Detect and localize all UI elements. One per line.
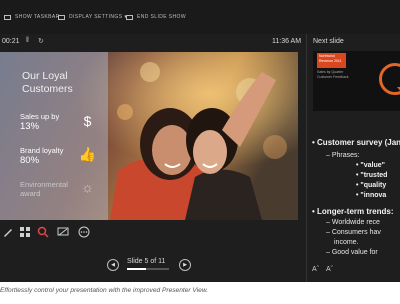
thumbs-up-icon: 👍 <box>78 146 97 162</box>
slide-text-panel: Our Loyal Customers Sales up by 13% $ Br… <box>0 52 108 220</box>
stat-award-label: Environmental award <box>20 180 68 198</box>
pane-divider[interactable] <box>306 34 307 282</box>
end-slide-show-button[interactable]: END SLIDE SHOW <box>126 11 186 23</box>
next-slide-thumb-line: Customer Feedback <box>317 74 349 79</box>
previous-slide-button[interactable]: ◀ <box>107 259 119 271</box>
award-icon: ☼ <box>81 179 94 195</box>
next-slide-thumbnail[interactable]: Northwind Revenue 2011 Sales by Quarter … <box>313 51 400 111</box>
slide-title: Our Loyal Customers <box>22 70 73 95</box>
monitor-icon <box>58 14 65 20</box>
decrease-font-button[interactable]: Aˇ <box>326 266 333 273</box>
notes-phrase: • "quality <box>356 182 387 189</box>
next-slide-label: Next slide <box>313 38 344 45</box>
pen-icon[interactable] <box>2 226 14 238</box>
pause-timer-button[interactable]: ‖ <box>26 37 29 44</box>
next-slide-thumb-lines: Sales by Quarter Customer Feedback <box>317 70 349 79</box>
grid-icon[interactable] <box>19 226 31 238</box>
next-slide-thumb-title: Northwind Revenue 2011 <box>317 53 346 68</box>
reset-timer-button[interactable]: ↻ <box>38 37 44 45</box>
clock: 11:36 AM <box>272 38 302 45</box>
stat-sales-value: 13% <box>20 121 40 132</box>
taskbar-icon <box>4 14 11 20</box>
display-settings-button[interactable]: DISPLAY SETTINGS ▾ <box>58 11 127 23</box>
more-icon[interactable] <box>78 226 90 238</box>
notes-phrases-label: – Phrases: <box>326 152 360 159</box>
notes-trend: – Good value for <box>326 249 378 256</box>
notes-phrase: • "innova <box>356 192 387 199</box>
display-settings-label: DISPLAY SETTINGS ▾ <box>69 14 128 20</box>
notes-trend: income. <box>334 239 359 246</box>
screen-icon[interactable] <box>57 226 69 238</box>
notes-heading-survey: • Customer survey (Jan <box>312 138 400 147</box>
notes-phrase: • "value" <box>356 162 385 169</box>
slide-progress <box>127 268 169 270</box>
stat-loyalty: Brand loyalty 80% <box>20 146 63 166</box>
dollar-icon: $ <box>83 113 92 129</box>
slide-counter: Slide 5 of 11 <box>127 258 166 265</box>
presenter-view: SHOW TASKBAR DISPLAY SETTINGS ▾ END SLID… <box>0 0 400 282</box>
end-show-icon <box>126 14 133 20</box>
show-taskbar-button[interactable]: SHOW TASKBAR <box>4 11 60 23</box>
end-slide-show-label: END SLIDE SHOW <box>137 14 186 20</box>
zoom-icon[interactable] <box>37 226 49 238</box>
top-toolbar: SHOW TASKBAR DISPLAY SETTINGS ▾ END SLID… <box>0 0 400 34</box>
notes-heading-trends: • Longer-term trends: <box>312 207 394 216</box>
image-caption: Effortlessly control your presentation w… <box>0 287 209 294</box>
notes-trend: – Consumers hav <box>326 229 381 236</box>
slide-progress-fill <box>127 268 147 270</box>
stat-sales-label: Sales up by <box>20 112 60 121</box>
stat-loyalty-value: 80% <box>20 155 40 166</box>
notes-phrase: • "trusted <box>356 172 388 179</box>
stat-award: Environmental award <box>20 180 76 198</box>
notes-trend: – Worldwide rece <box>326 219 380 226</box>
show-taskbar-label: SHOW TASKBAR <box>15 14 60 20</box>
stat-sales: Sales up by 13% <box>20 112 59 132</box>
stat-loyalty-label: Brand loyalty <box>20 146 64 155</box>
current-slide[interactable]: Our Loyal Customers Sales up by 13% $ Br… <box>0 52 298 220</box>
next-slide-button[interactable]: ▶ <box>179 259 191 271</box>
elapsed-timer: 00:21 <box>2 38 20 45</box>
increase-font-button[interactable]: Aˆ <box>312 266 319 273</box>
